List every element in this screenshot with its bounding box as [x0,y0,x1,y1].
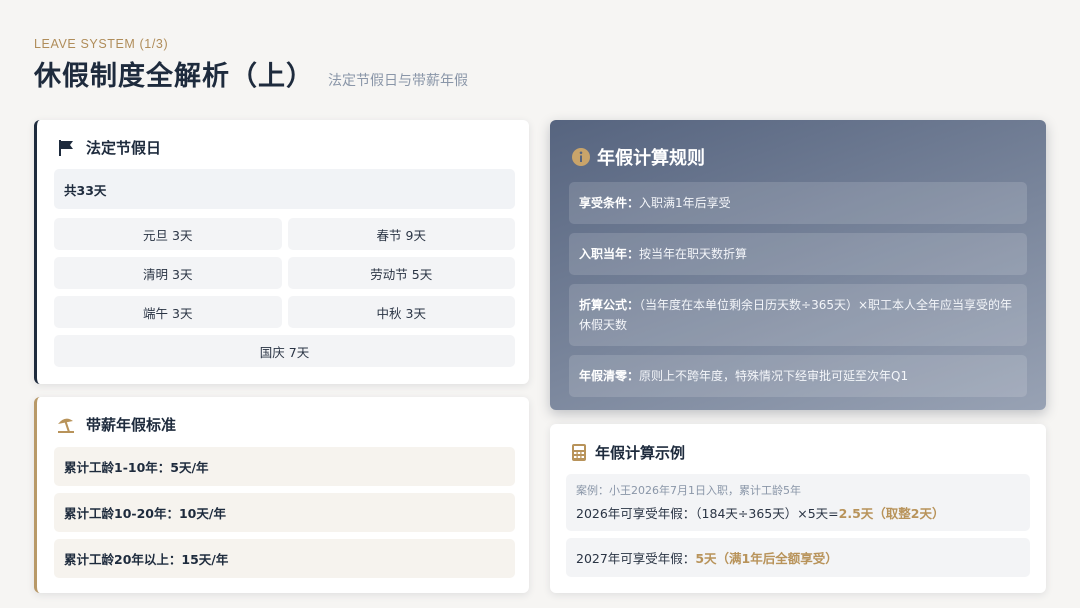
rule-value: 原则上不跨年度，特殊情况下经审批可延至次年Q1 [639,369,909,383]
page-title: 休假制度全解析（上） [34,61,314,92]
paid-leave-list: 累计工龄1-10年：5天/年 累计工龄10-20年：10天/年 累计工龄20年以… [54,447,515,578]
holiday-item: 中秋 3天 [287,296,515,328]
holiday-item: 元旦 3天 [54,218,282,250]
rule-key: 折算公式： [579,298,640,312]
rule-key: 入职当年： [579,247,640,261]
example-card: 年假计算示例 案例：小王2026年7月1日入职，累计工龄5年 2026年可享受年… [550,424,1046,593]
example-card-header: 年假计算示例 [569,442,685,463]
title-row: 休假制度全解析（上） 法定节假日与带薪年假 [34,54,468,93]
paid-leave-item: 累计工龄20年以上：15天/年 [54,539,515,578]
example-line-2026: 2026年可享受年假：（184天÷365天）×5天=2.5天（取整2天） [576,503,1020,522]
rules-title: 年假计算规则 [597,148,705,169]
eyebrow-label: LEAVE SYSTEM (1/3) [34,37,169,51]
example-line-2027-result: 5天（满1年后全额享受） [695,551,838,566]
umbrella-beach-icon [56,415,76,435]
rule-item: 入职当年：按当年在职天数折算 [569,233,1027,275]
example-line-2027: 2027年可享受年假： 5天（满1年后全额享受） [566,538,1030,577]
flag-icon [56,138,76,158]
calculator-icon [569,443,589,463]
example-line-2026-result: 2.5天（取整2天） [838,506,945,521]
rule-key: 享受条件： [579,196,640,210]
rule-item: 年假清零：原则上不跨年度，特殊情况下经审批可延至次年Q1 [569,355,1027,397]
example-note: 案例：小王2026年7月1日入职，累计工龄5年 [576,484,801,497]
rule-key: 年假清零： [579,369,640,383]
holiday-item: 端午 3天 [54,296,282,328]
holidays-title: 法定节假日 [86,139,162,157]
holiday-item: 劳动节 5天 [287,257,515,289]
holiday-item: 清明 3天 [54,257,282,289]
info-circle-icon [571,147,591,167]
page-subtitle: 法定节假日与带薪年假 [328,73,468,89]
holiday-item: 国庆 7天 [54,335,515,367]
rule-item: 享受条件：入职满1年后享受 [569,182,1027,224]
holidays-card: 法定节假日 共33天 元旦 3天 春节 9天 清明 3天 劳动节 5天 端午 3… [34,120,529,384]
rules-card-header: 年假计算规则 [571,144,705,170]
example-line-2026-text: 2026年可享受年假：（184天÷365天）×5天= [576,506,839,521]
rule-item: 折算公式：（当年度在本单位剩余日历天数÷365天）×职工本人全年应当享受的年休假… [569,284,1027,346]
rule-value: 按当年在职天数折算 [639,247,748,261]
rules-list: 享受条件：入职满1年后享受 入职当年：按当年在职天数折算 折算公式：（当年度在本… [569,182,1027,397]
rules-card: 年假计算规则 享受条件：入职满1年后享受 入职当年：按当年在职天数折算 折算公式… [550,120,1046,410]
holiday-item: 春节 9天 [287,218,515,250]
holidays-grid: 元旦 3天 春节 9天 清明 3天 劳动节 5天 端午 3天 中秋 3天 国庆 … [54,218,515,367]
paid-leave-item: 累计工龄10-20年：10天/年 [54,493,515,532]
paid-leave-card: 带薪年假标准 累计工龄1-10年：5天/年 累计工龄10-20年：10天/年 累… [34,397,529,593]
holidays-card-header: 法定节假日 [56,137,161,158]
example-title: 年假计算示例 [595,444,686,462]
example-case-box: 案例：小王2026年7月1日入职，累计工龄5年 2026年可享受年假：（184天… [566,474,1030,531]
paid-leave-item: 累计工龄1-10年：5天/年 [54,447,515,486]
example-line-2027-text: 2027年可享受年假： [576,551,696,566]
paid-leave-card-header: 带薪年假标准 [56,414,176,435]
paid-leave-title: 带薪年假标准 [86,416,177,434]
rule-value: （当年度在本单位剩余日历天数÷365天）×职工本人全年应当享受的年休假天数 [579,298,1013,332]
rule-value: 入职满1年后享受 [639,196,731,210]
holidays-total: 共33天 [54,169,515,209]
